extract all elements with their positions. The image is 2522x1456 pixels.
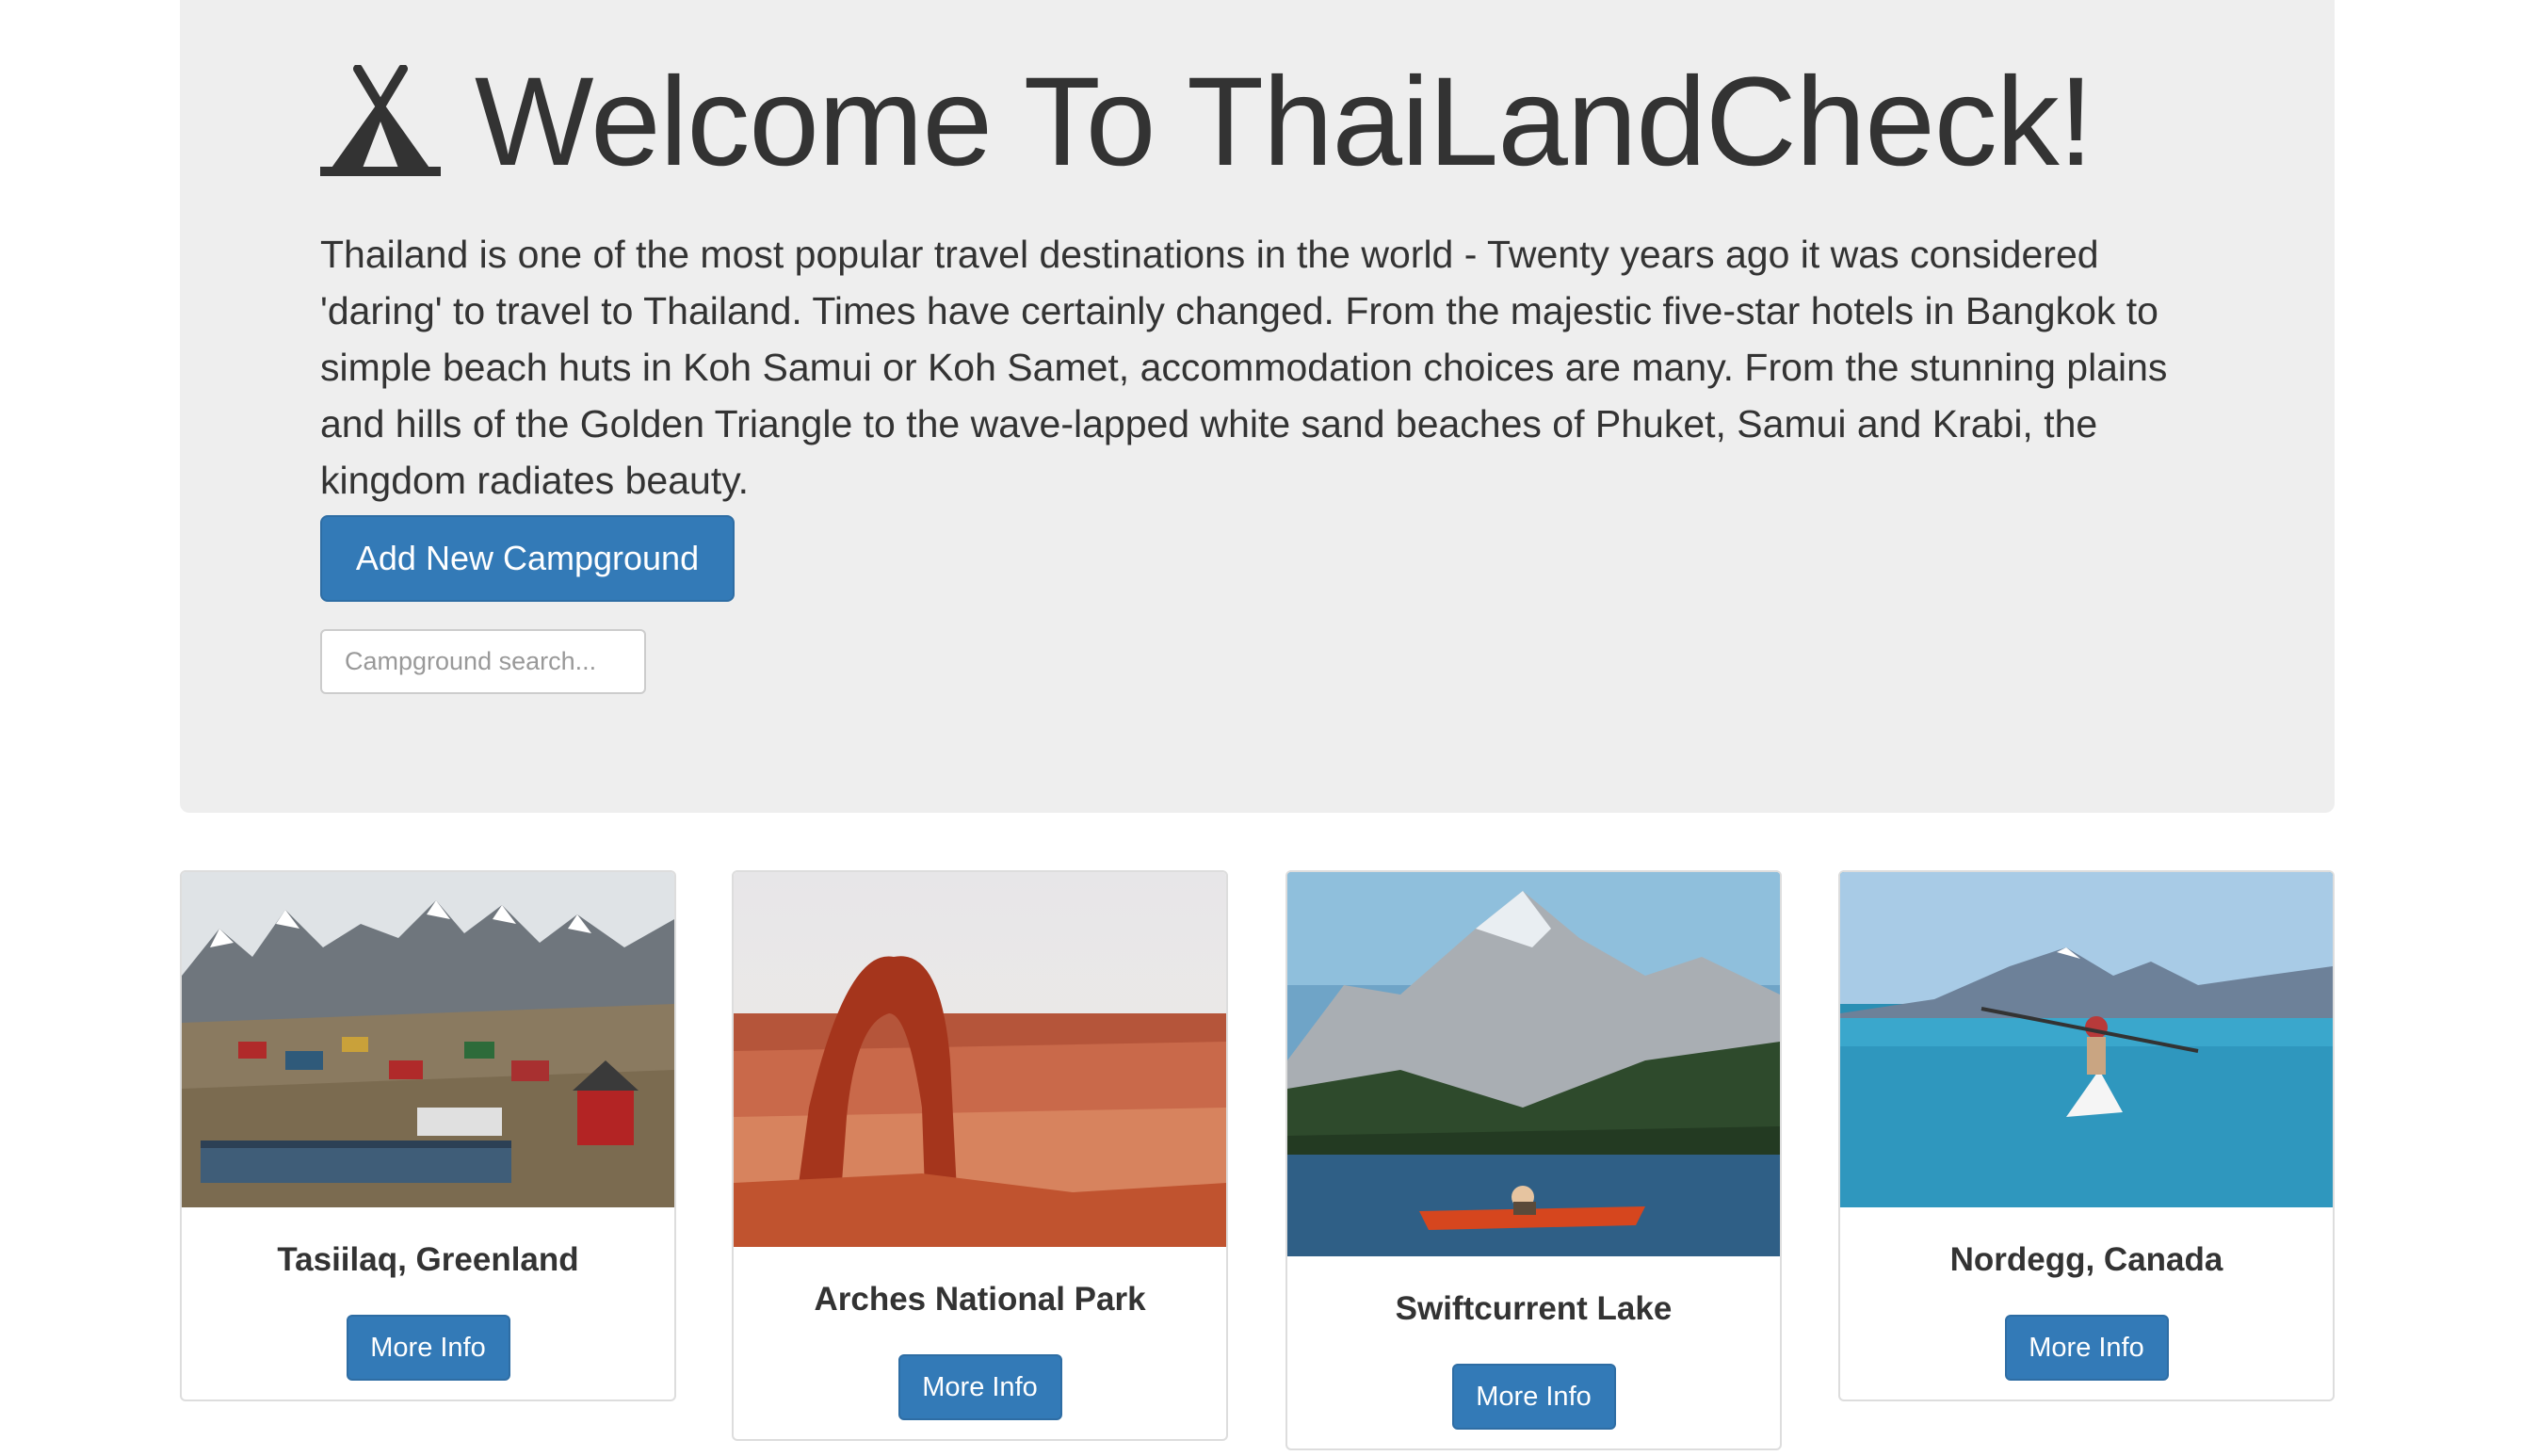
- campground-card: Swiftcurrent Lake More Info: [1285, 870, 1782, 1450]
- campground-search-input[interactable]: [320, 629, 646, 694]
- more-info-button[interactable]: More Info: [1451, 1364, 1616, 1430]
- intro-paragraph: Thailand is one of the most popular trav…: [320, 233, 2168, 502]
- tent-icon: [320, 65, 441, 176]
- page-title: Welcome To ThaiLandCheck!: [475, 52, 2094, 192]
- campground-name: Tasiilaq, Greenland: [277, 1241, 579, 1278]
- more-info-button[interactable]: More Info: [346, 1315, 510, 1381]
- campground-name: Nordegg, Canada: [1949, 1241, 2223, 1278]
- jumbotron-content: Welcome To ThaiLandCheck! Thailand is on…: [320, 38, 2194, 694]
- campground-card: Nordegg, Canada More Info: [1838, 870, 2335, 1401]
- title-row: Welcome To ThaiLandCheck!: [320, 38, 2194, 207]
- more-info-button[interactable]: More Info: [2004, 1315, 2169, 1381]
- campground-name: Arches National Park: [814, 1281, 1146, 1318]
- campground-name: Swiftcurrent Lake: [1395, 1290, 1673, 1327]
- greenland-town-photo: [182, 872, 674, 1207]
- campground-card: Arches National Park More Info: [732, 870, 1228, 1441]
- kayaker-lake-photo: [1840, 872, 2333, 1207]
- add-new-campground-button[interactable]: Add New Campground: [320, 515, 735, 602]
- campground-card: Tasiilaq, Greenland More Info: [180, 870, 676, 1401]
- red-rock-arch-photo: [734, 872, 1226, 1247]
- jumbotron: Welcome To ThaiLandCheck! Thailand is on…: [180, 0, 2335, 813]
- mountain-lake-kayak-photo: [1287, 872, 1780, 1256]
- more-info-button[interactable]: More Info: [897, 1354, 1062, 1420]
